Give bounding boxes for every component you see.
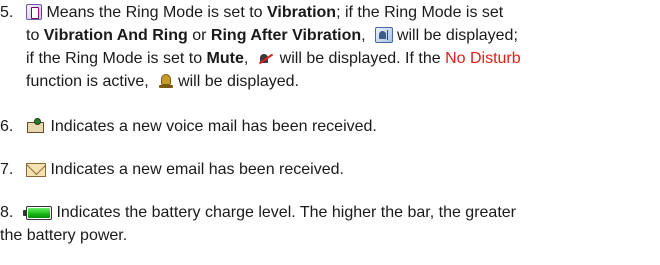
text-line: Indicates the battery charge level. The … bbox=[23, 201, 655, 224]
document-page: 5. Means the Ring Mode is set to Vibrati… bbox=[0, 0, 660, 265]
list-item-7: 7. Indicates a new email has been receiv… bbox=[0, 158, 655, 181]
list-item-5: 5. Means the Ring Mode is set to Vibrati… bbox=[0, 1, 655, 93]
no-disturb-icon bbox=[158, 73, 174, 89]
item-text: Indicates a new voice mail has been rece… bbox=[26, 115, 655, 138]
mute-icon bbox=[257, 52, 275, 66]
text-span: to bbox=[26, 27, 44, 44]
text-span: or bbox=[187, 27, 211, 44]
battery-fill bbox=[28, 208, 50, 218]
text-span: will be displayed. bbox=[173, 73, 300, 90]
text-span: the battery power. bbox=[0, 227, 128, 244]
text-span: will be displayed; bbox=[392, 27, 518, 44]
item-text: Means the Ring Mode is set to Vibration;… bbox=[26, 1, 655, 93]
list-item-6: 6. Indicates a new voice mail has been r… bbox=[0, 115, 655, 138]
vibration-ring-icon bbox=[374, 27, 393, 43]
text-line: Indicates a new voice mail has been rece… bbox=[26, 115, 655, 138]
text-span: function is active, bbox=[26, 73, 149, 90]
text-span: will be displayed. If the bbox=[275, 50, 446, 67]
text-span: Indicates the battery charge level. The … bbox=[56, 204, 516, 221]
text-line: Means the Ring Mode is set to Vibration;… bbox=[26, 1, 655, 24]
text-span: , bbox=[361, 27, 366, 44]
text-line: if the Ring Mode is set to Mute, will be… bbox=[26, 47, 655, 70]
bold-term-ring-after-vibration: Ring After Vibration bbox=[210, 27, 362, 44]
text-span: Indicates a new email has been received. bbox=[50, 161, 344, 178]
vibration-icon bbox=[26, 4, 42, 20]
item-text: Indicates the battery charge level. The … bbox=[0, 201, 655, 247]
text-span: Indicates a new voice mail has been rece… bbox=[50, 118, 377, 135]
bold-term-mute: Mute bbox=[206, 50, 244, 67]
text-line: to Vibration And Ring or Ring After Vibr… bbox=[26, 24, 655, 47]
text-span: ; if the Ring Mode is set bbox=[336, 4, 504, 21]
list-item-8: 8. Indicates the battery charge level. T… bbox=[0, 201, 655, 247]
item-text: Indicates a new email has been received. bbox=[26, 158, 655, 181]
email-icon bbox=[26, 163, 46, 177]
text-span: , bbox=[243, 50, 249, 67]
text-line: Indicates a new email has been received. bbox=[26, 158, 655, 181]
text-span: if the Ring Mode is set to bbox=[26, 50, 207, 67]
voice-mail-icon bbox=[26, 118, 46, 134]
text-line: the battery power. bbox=[0, 224, 655, 247]
battery-icon bbox=[23, 206, 52, 220]
no-disturb-term: No Disturb bbox=[445, 50, 521, 67]
bold-term-vibration-and-ring: Vibration And Ring bbox=[43, 27, 188, 44]
text-span: Means the Ring Mode is set to bbox=[46, 4, 268, 21]
bold-term-vibration: Vibration bbox=[267, 4, 337, 21]
text-line: function is active, will be displayed. bbox=[26, 70, 655, 93]
